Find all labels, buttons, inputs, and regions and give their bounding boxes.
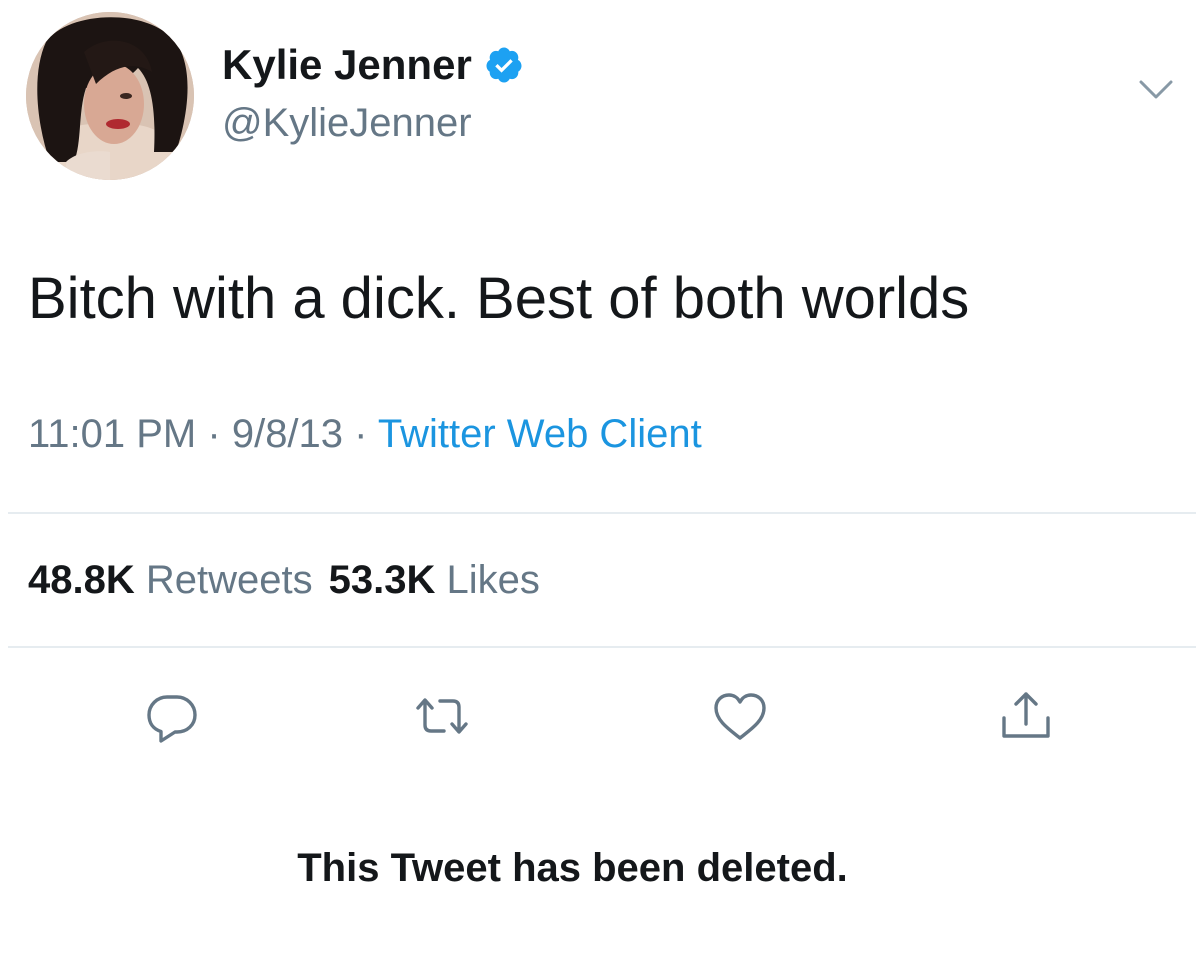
- like-button[interactable]: [710, 686, 770, 746]
- retweets-label: Retweets: [145, 558, 313, 602]
- divider: [8, 646, 1196, 648]
- retweets-count: 48.8K: [28, 558, 135, 602]
- like-icon: [714, 693, 766, 740]
- share-button[interactable]: [996, 686, 1056, 746]
- author-name-row[interactable]: Kylie Jenner: [222, 40, 524, 90]
- tweet-source-link[interactable]: Twitter Web Client: [378, 412, 702, 456]
- tweet-date[interactable]: 9/8/13: [232, 412, 343, 456]
- avatar-photo: [26, 12, 194, 180]
- tweet-text: Bitch with a dick. Best of both worlds: [28, 266, 970, 331]
- tweet-card: Kylie Jenner @KylieJenner Bitch with a d…: [0, 0, 1200, 960]
- tweet-meta: 11:01 PM · 9/8/13 · Twitter Web Client: [28, 408, 702, 460]
- divider: [8, 512, 1196, 514]
- likes-label: Likes: [446, 558, 540, 602]
- reply-button[interactable]: [142, 686, 202, 746]
- likes-count: 53.3K: [328, 558, 436, 602]
- retweet-button[interactable]: [412, 686, 472, 746]
- chevron-down-icon[interactable]: [1138, 78, 1174, 102]
- verified-badge-icon: [484, 45, 524, 85]
- avatar[interactable]: [26, 12, 194, 180]
- deleted-notice: This Tweet has been deleted.: [297, 846, 848, 890]
- retweets-stat[interactable]: 48.8K Retweets: [28, 558, 313, 602]
- tweet-stats: 48.8K Retweets 53.3K Likes: [28, 554, 540, 606]
- reply-icon: [147, 695, 197, 743]
- meta-separator: ·: [207, 412, 221, 456]
- author-handle[interactable]: @KylieJenner: [222, 98, 472, 148]
- share-icon: [1002, 692, 1050, 738]
- likes-stat[interactable]: 53.3K Likes: [329, 558, 540, 602]
- display-name[interactable]: Kylie Jenner: [222, 40, 472, 90]
- retweet-icon: [416, 698, 468, 734]
- tweet-time[interactable]: 11:01 PM: [28, 412, 196, 456]
- meta-separator: ·: [354, 412, 368, 456]
